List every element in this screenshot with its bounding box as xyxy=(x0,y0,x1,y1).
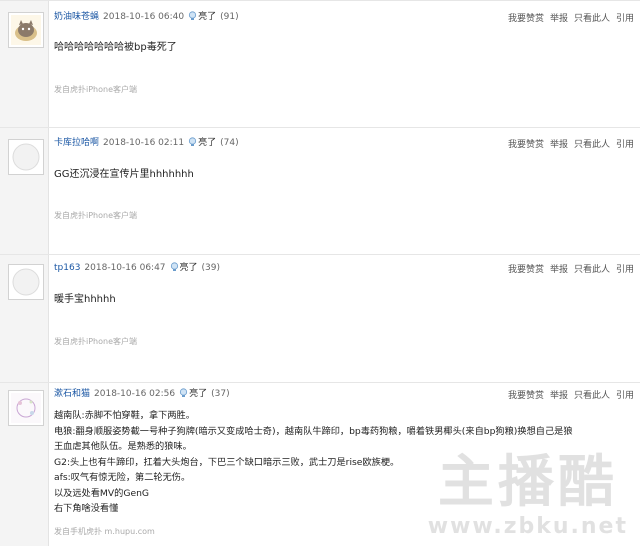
content-line: G2:头上也有牛蹄印，扛着大头炮台，下巴三个缺口暗示三败，武士刀是rise欧族梗… xyxy=(54,456,400,468)
post-divider xyxy=(0,0,640,1)
content-line: 哈哈哈哈哈哈哈被bp毒死了 xyxy=(54,42,177,53)
only-this-user-button[interactable]: 只看此人 xyxy=(574,140,610,150)
lightbulb-icon[interactable] xyxy=(170,262,179,272)
report-button[interactable]: 举报 xyxy=(550,265,568,275)
content-line: 右下角啥没看懂 xyxy=(54,503,119,514)
avatar[interactable] xyxy=(8,139,44,175)
post-time: 2018-10-16 02:56 xyxy=(94,389,176,399)
light-label[interactable]: 亮了 xyxy=(180,263,198,273)
only-this-user-button[interactable]: 只看此人 xyxy=(574,391,610,401)
recommend-button[interactable]: 我要赞赏 xyxy=(508,140,544,150)
lightbulb-icon[interactable] xyxy=(188,137,197,147)
content-line: GG还沉浸在宣传片里hhhhhhh xyxy=(54,169,194,180)
avatar[interactable] xyxy=(8,390,44,426)
post-time: 2018-10-16 02:11 xyxy=(103,138,185,148)
post-meta: 卡库拉哈啊 2018-10-16 02:11 亮了 (74) xyxy=(54,137,239,149)
post-actions: 我要赞赏 举报 只看此人 引用 xyxy=(502,137,634,150)
lightbulb-icon[interactable] xyxy=(179,388,188,398)
post-actions: 我要赞赏 举报 只看此人 引用 xyxy=(502,262,634,275)
post-content: 暖手宝hhhhh xyxy=(54,292,116,308)
username[interactable]: tp163 xyxy=(54,263,80,273)
post-actions: 我要赞赏 举报 只看此人 引用 xyxy=(502,388,634,401)
post-actions: 我要赞赏 举报 只看此人 引用 xyxy=(502,11,634,24)
post-source: 发自虎扑iPhone客户端 xyxy=(54,85,138,94)
quote-button[interactable]: 引用 xyxy=(616,14,634,24)
lightbulb-icon[interactable] xyxy=(188,11,197,21)
post-source: 发自虎扑iPhone客户端 xyxy=(54,337,138,346)
post-divider xyxy=(0,382,640,383)
username[interactable]: 卡库拉哈啊 xyxy=(54,138,99,148)
light-count: (37) xyxy=(211,389,230,399)
post-meta: tp163 2018-10-16 06:47 亮了 (39) xyxy=(54,262,220,274)
post-content: GG还沉浸在宣传片里hhhhhhh xyxy=(54,167,194,183)
light-label[interactable]: 亮了 xyxy=(189,389,207,399)
watermark-url: www.zbku.net xyxy=(427,514,628,539)
light-count: (74) xyxy=(220,138,239,148)
recommend-button[interactable]: 我要赞赏 xyxy=(508,265,544,275)
light-count: (39) xyxy=(201,263,221,273)
content-line: afs:叹气有惊无险，第二轮无伤。 xyxy=(54,472,191,483)
post-source: 发自手机虎扑 m.hupu.com xyxy=(54,527,155,536)
username[interactable]: 奶油味苍蝇 xyxy=(54,12,99,22)
post-time: 2018-10-16 06:47 xyxy=(84,263,166,273)
light-label[interactable]: 亮了 xyxy=(198,12,216,22)
username[interactable]: 漱石和猫 xyxy=(54,389,90,399)
post-meta: 奶油味苍蝇 2018-10-16 06:40 亮了 (91) xyxy=(54,11,239,23)
post-source: 发自虎扑iPhone客户端 xyxy=(54,211,138,220)
post-meta: 漱石和猫 2018-10-16 02:56 亮了 (37) xyxy=(54,388,230,400)
light-label[interactable]: 亮了 xyxy=(198,138,216,148)
report-button[interactable]: 举报 xyxy=(550,391,568,401)
content-line: 电狼:翻身顺服姿势截一号种子狗牌(暗示又变成哈士奇)，越南队牛蹄印，bp毒药狗粮… xyxy=(54,425,573,437)
report-button[interactable]: 举报 xyxy=(550,14,568,24)
post-divider xyxy=(0,127,640,128)
cat-avatar-icon xyxy=(11,15,41,45)
post-time: 2018-10-16 06:40 xyxy=(103,12,185,22)
report-button[interactable]: 举报 xyxy=(550,140,568,150)
content-line: 王血虐其他队伍。是熟悉的狼味。 xyxy=(54,441,192,452)
post-content: 越南队:赤脚不怕穿鞋，拿下两胜。 电狼:翻身顺服姿势截一号种子狗牌(暗示又变成哈… xyxy=(54,408,573,517)
content-line: 越南队:赤脚不怕穿鞋，拿下两胜。 xyxy=(54,410,195,421)
quote-button[interactable]: 引用 xyxy=(616,265,634,275)
default-avatar-icon xyxy=(12,268,40,296)
only-this-user-button[interactable]: 只看此人 xyxy=(574,14,610,24)
floral-avatar-icon xyxy=(11,393,41,423)
content-line: 暖手宝hhhhh xyxy=(54,294,116,305)
recommend-button[interactable]: 我要赞赏 xyxy=(508,14,544,24)
default-avatar-icon xyxy=(12,143,40,171)
post-content: 哈哈哈哈哈哈哈被bp毒死了 xyxy=(54,40,177,56)
avatar[interactable] xyxy=(8,264,44,300)
avatar[interactable] xyxy=(8,12,44,48)
quote-button[interactable]: 引用 xyxy=(616,140,634,150)
light-count: (91) xyxy=(220,12,239,22)
recommend-button[interactable]: 我要赞赏 xyxy=(508,391,544,401)
quote-button[interactable]: 引用 xyxy=(616,391,634,401)
content-line: 以及远处看MV的GenG xyxy=(54,487,150,499)
post-divider xyxy=(0,254,640,255)
only-this-user-button[interactable]: 只看此人 xyxy=(574,265,610,275)
